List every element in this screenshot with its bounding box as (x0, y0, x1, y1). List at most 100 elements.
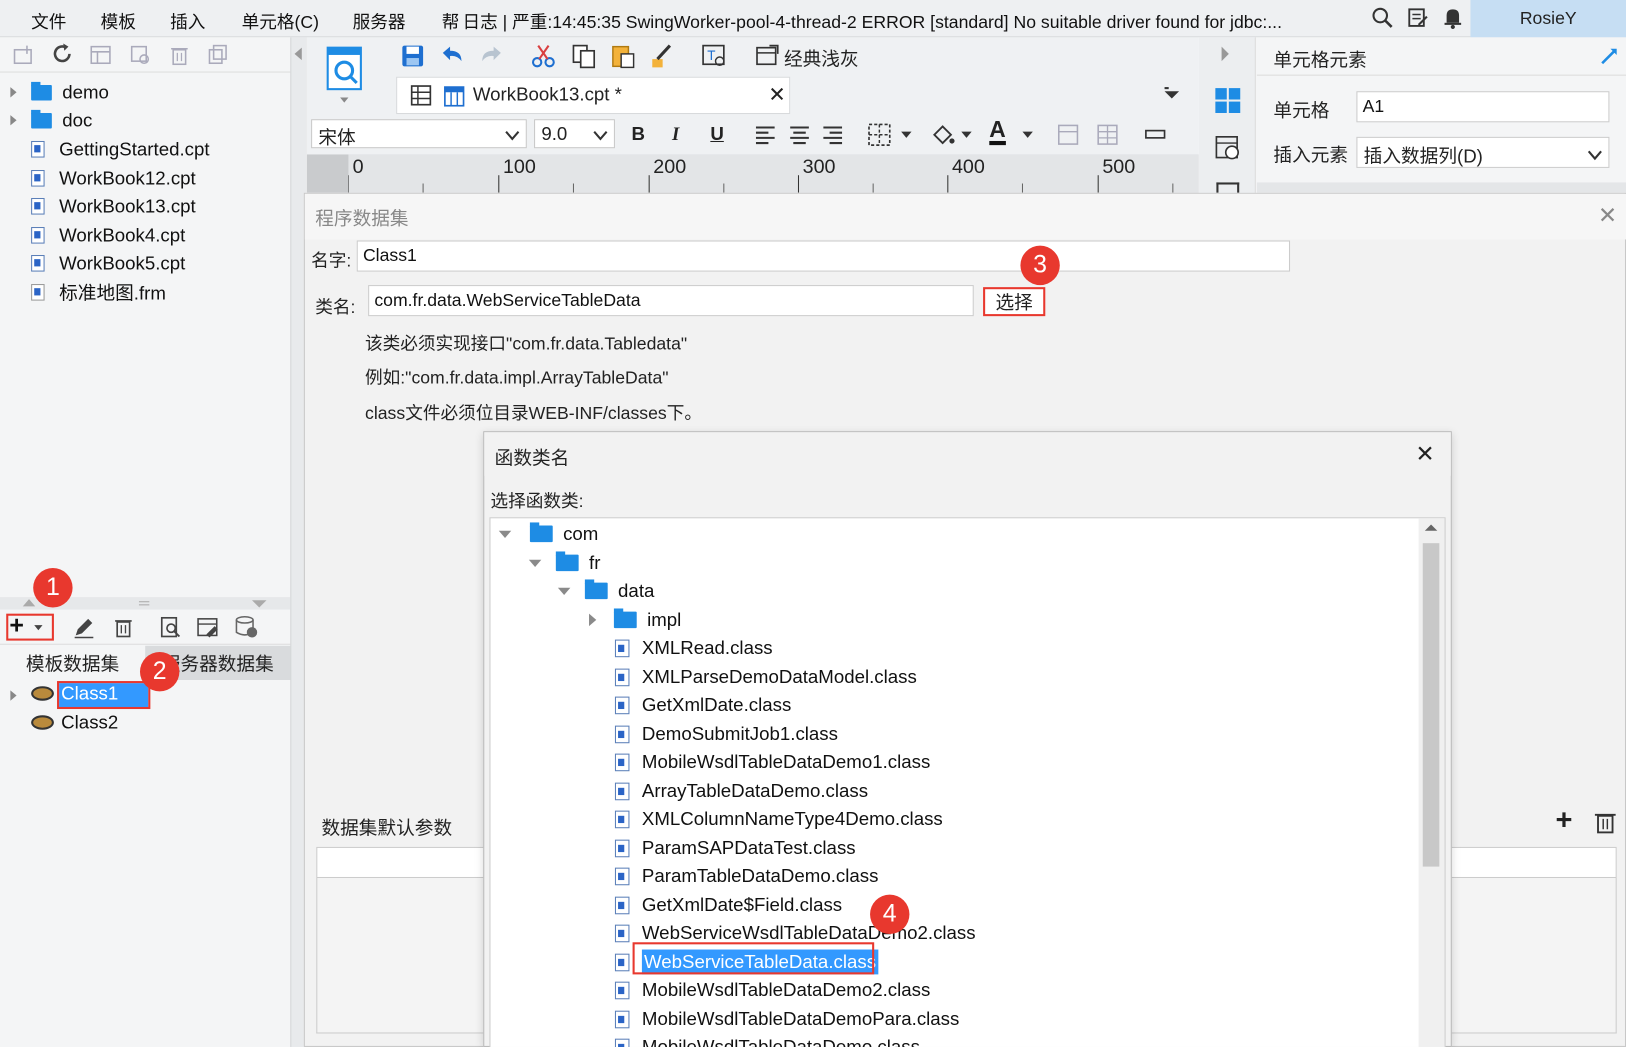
tab-menu-icon[interactable] (1161, 85, 1182, 111)
delete-icon[interactable] (168, 44, 191, 72)
class-item[interactable]: XMLRead.class (614, 634, 773, 661)
tree-file[interactable]: WorkBook4.cpt (10, 222, 185, 249)
theme-label[interactable]: 经典浅灰 (784, 45, 859, 72)
preview-dropdown-icon[interactable] (340, 97, 349, 103)
tree-node-com[interactable]: com (498, 520, 598, 547)
collapse-down-icon[interactable] (251, 600, 267, 608)
notes-icon[interactable] (1406, 6, 1429, 34)
tree-node-impl[interactable]: impl (589, 606, 681, 633)
tree-file[interactable]: WorkBook13.cpt (10, 193, 196, 220)
fill-color-icon[interactable] (930, 122, 955, 152)
tree-file[interactable]: WorkBook5.cpt (10, 250, 185, 277)
undo-icon[interactable] (439, 44, 466, 74)
font-color-dropdown-icon[interactable] (1022, 131, 1033, 138)
expand-arrow-icon[interactable] (10, 87, 17, 98)
drag-handle-icon[interactable] (138, 601, 150, 606)
pin-icon[interactable] (1599, 46, 1620, 72)
border-dropdown-icon[interactable] (901, 131, 912, 138)
close-icon[interactable]: ✕ (1416, 441, 1435, 468)
format-painter-icon[interactable] (649, 43, 676, 75)
class-item[interactable]: ParamSAPDataTest.class (614, 834, 856, 861)
tree-node-fr[interactable]: fr (528, 549, 600, 576)
dataset-edit-icon[interactable] (196, 616, 221, 644)
class-item[interactable]: DemoSubmitJob1.class (614, 720, 838, 747)
font-size-select[interactable]: 9.0 (534, 119, 615, 149)
expand-arrow-icon[interactable] (10, 115, 17, 126)
expand-arrow-icon[interactable] (557, 587, 571, 595)
align-center-icon[interactable] (788, 124, 811, 150)
menu-help[interactable]: 帮 (442, 7, 460, 33)
close-tab-icon[interactable]: ✕ (768, 82, 785, 108)
refresh-icon[interactable] (52, 43, 75, 71)
chevron-down-icon[interactable] (593, 126, 608, 147)
menu-cell[interactable]: 单元格(C) (242, 7, 319, 33)
font-name-select[interactable]: 宋体 (311, 119, 527, 149)
class-item[interactable]: ArrayTableDataDemo.class (614, 777, 868, 804)
menu-insert[interactable]: 插入 (170, 7, 205, 33)
database-icon[interactable] (234, 615, 259, 645)
delete-param-icon[interactable] (1593, 810, 1618, 840)
chevron-down-icon[interactable] (1587, 146, 1603, 167)
class-item[interactable]: MobileWsdlTableDataDemo1.class (614, 748, 930, 775)
theme-icon[interactable] (755, 44, 780, 74)
bold-button[interactable]: B (632, 123, 645, 145)
copy-doc-icon[interactable] (570, 43, 597, 75)
redo-icon[interactable] (478, 44, 505, 74)
insert-element-select[interactable]: 插入数据列(D) (1356, 136, 1610, 168)
tree-node-data[interactable]: data (557, 577, 654, 604)
class-item[interactable]: XMLColumnNameType4Demo.class (614, 805, 943, 832)
tab-template-dataset[interactable]: 模板数据集 (0, 645, 146, 681)
preview-icon[interactable] (159, 616, 182, 644)
fill-dropdown-icon[interactable] (961, 131, 972, 138)
split-cells-icon[interactable] (1096, 123, 1119, 151)
italic-button[interactable]: I (672, 123, 679, 145)
class-item[interactable]: MobileWsdlTableDataDemo2.class (614, 976, 930, 1003)
collapse-left-icon[interactable] (294, 47, 302, 61)
expand-arrow-icon[interactable] (498, 530, 512, 538)
underline-button[interactable]: U (710, 123, 723, 145)
class-item[interactable]: ParamTableDataDemo.class (614, 862, 878, 889)
close-icon[interactable]: ✕ (1598, 202, 1617, 229)
save-icon[interactable] (400, 44, 425, 74)
wrap-text-icon[interactable] (1144, 126, 1167, 148)
expand-arrow-icon[interactable] (528, 559, 542, 567)
settings-icon[interactable] (129, 44, 152, 72)
border-icon[interactable] (867, 122, 892, 152)
class-item[interactable]: MobileWsdlTableDataDemo.class (614, 1033, 920, 1047)
cell-field[interactable] (1356, 91, 1610, 123)
menu-file[interactable]: 文件 (31, 7, 66, 33)
tree-file[interactable]: WorkBook12.cpt (10, 165, 196, 192)
tree-file[interactable]: GettingStarted.cpt (10, 136, 210, 163)
class-item[interactable]: GetXmlDate.class (614, 691, 791, 718)
copy-icon[interactable] (206, 44, 229, 72)
text-template-icon[interactable]: T (701, 43, 728, 75)
tab-workbook13[interactable]: WorkBook13.cpt * ✕ (396, 76, 791, 115)
cell-element-icon[interactable] (1214, 87, 1241, 119)
class-item[interactable]: GetXmlDate$Field.class (614, 891, 842, 918)
chevron-down-icon[interactable] (505, 126, 520, 147)
collapse-right-icon[interactable] (1221, 46, 1229, 62)
tree-folder-demo[interactable]: demo (10, 79, 109, 106)
name-field[interactable] (356, 240, 1291, 272)
bell-icon[interactable] (1442, 6, 1463, 34)
user-name[interactable]: RosieY (1470, 0, 1626, 38)
log-message[interactable]: 日志 | 严重:14:45:35 SwingWorker-pool-4-thre… (463, 7, 1363, 33)
preview-doc-icon[interactable] (326, 46, 363, 103)
new-folder-icon[interactable] (12, 44, 35, 72)
cut-icon[interactable] (530, 43, 557, 75)
search-icon[interactable] (1371, 6, 1394, 34)
class-name-field[interactable] (368, 285, 974, 317)
merge-cells-icon[interactable] (1057, 123, 1080, 151)
add-param-icon[interactable]: + (1555, 805, 1572, 834)
delete-dataset-icon[interactable] (112, 616, 135, 644)
align-left-icon[interactable] (754, 124, 777, 150)
template-icon[interactable] (89, 44, 112, 72)
align-right-icon[interactable] (821, 124, 844, 150)
expand-arrow-icon[interactable] (589, 613, 597, 627)
paste-icon[interactable] (610, 43, 637, 75)
tree-file[interactable]: 标准地图.frm (10, 279, 166, 306)
scrollbar[interactable] (1418, 518, 1445, 1047)
class-item[interactable]: XMLParseDemoDataModel.class (614, 663, 917, 690)
class-item[interactable]: MobileWsdlTableDataDemoPara.class (614, 1006, 959, 1033)
tree-folder-doc[interactable]: doc (10, 107, 92, 134)
